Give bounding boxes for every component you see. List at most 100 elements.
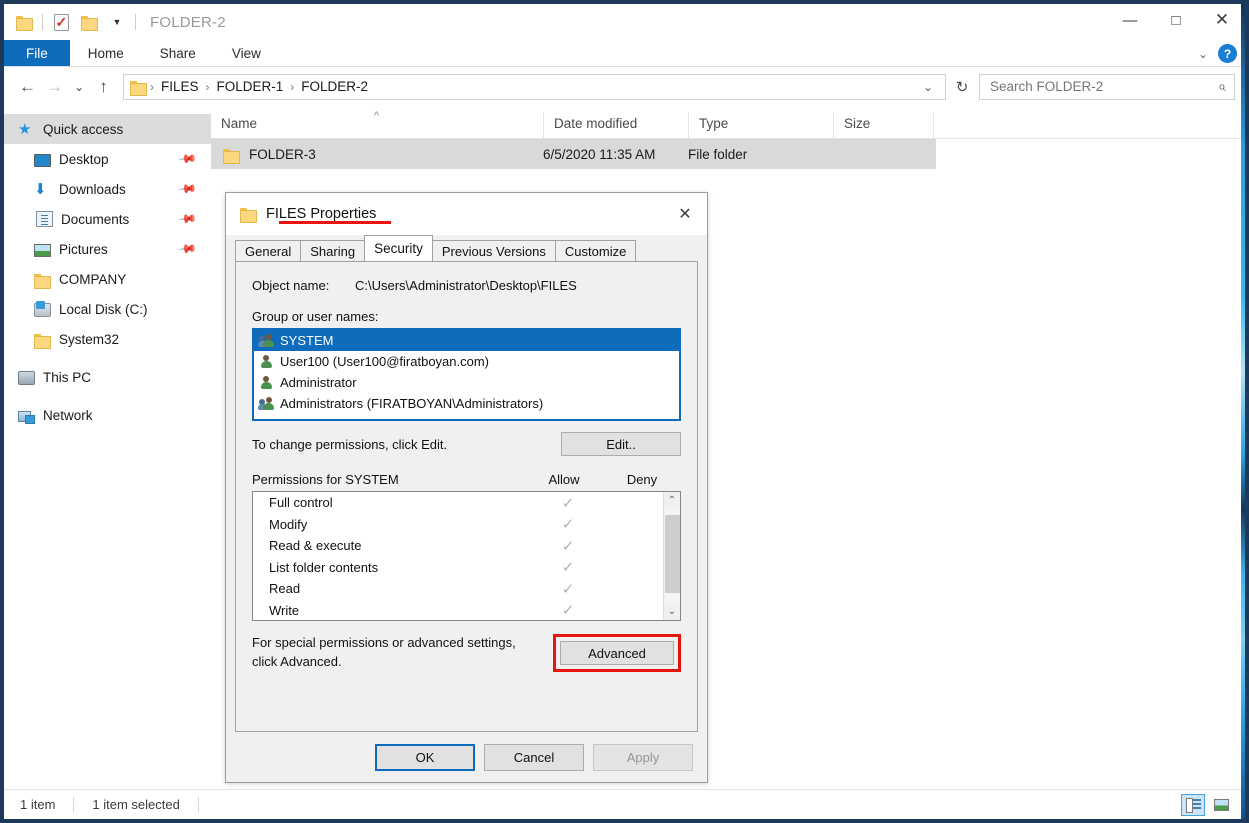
tab-sharing[interactable]: Sharing — [300, 240, 366, 261]
address-bar: ← → ⌄ ↑ › FILES › FOLDER-1 › FOLDER-2 ⌄ … — [4, 67, 1245, 106]
large-icons-view-icon — [1213, 798, 1229, 811]
user-icon-administrator — [259, 375, 274, 390]
sidebar-label-quick-access: Quick access — [43, 121, 124, 137]
search-box[interactable]: ⌕ — [979, 73, 1235, 100]
tab-general[interactable]: General — [235, 240, 302, 261]
allow-check-modify: ✓ — [561, 516, 575, 534]
file-date-cell: 6/5/2020 11:35 AM — [543, 146, 656, 162]
sidebar-label-company: COMPANY — [59, 271, 127, 287]
sidebar-item-pictures[interactable]: Pictures 📌 — [4, 234, 211, 264]
tab-file[interactable]: File — [4, 40, 70, 66]
permission-row-full-control[interactable]: Full control ✓ — [253, 492, 663, 514]
advanced-hint-line2: click Advanced. — [252, 653, 342, 669]
details-view-icon — [1185, 798, 1201, 813]
sidebar-item-system32[interactable]: System32 — [4, 324, 211, 354]
sidebar-label-network: Network — [43, 407, 93, 423]
document-icon — [36, 211, 53, 227]
close-button[interactable]: ✕ — [1199, 4, 1245, 36]
advanced-button[interactable]: Advanced — [560, 641, 674, 665]
object-name-label: Object name: — [252, 278, 330, 293]
column-header-date-modified[interactable]: Date modified — [543, 112, 688, 138]
tab-previous-versions[interactable]: Previous Versions — [431, 240, 556, 261]
title-bar: ▼ FOLDER-2 — □ ✕ — [4, 4, 1245, 40]
column-header-size[interactable]: Size — [833, 112, 933, 138]
file-name-cell[interactable]: FOLDER-3 — [211, 146, 533, 164]
sidebar-item-company[interactable]: COMPANY — [4, 264, 211, 294]
star-icon: ★ — [18, 120, 32, 138]
list-item-administrator[interactable]: Administrator — [254, 372, 679, 393]
pin-icon-documents[interactable]: 📌 — [177, 209, 197, 229]
list-item-administrators[interactable]: Administrators (FIRATBOYAN\Administrator… — [254, 393, 679, 414]
cancel-button[interactable]: Cancel — [484, 743, 584, 771]
dialog-close-button[interactable]: ✕ — [663, 193, 707, 235]
customize-dropdown-icon[interactable]: ▼ — [107, 12, 127, 32]
folder-icon[interactable] — [14, 12, 34, 32]
sidebar-item-this-pc[interactable]: This PC — [4, 362, 211, 392]
permissions-scrollbar[interactable]: ⌃ ⌄ — [663, 492, 680, 620]
navigation-pane: ★ Quick access Desktop 📌 ⬇ Downloads 📌 D… — [4, 106, 211, 789]
scroll-down-icon[interactable]: ⌄ — [668, 603, 676, 620]
dialog-tab-strip: General Sharing Security Previous Versio… — [226, 235, 707, 261]
permission-row-read-execute[interactable]: Read & execute ✓ — [253, 535, 663, 557]
scrollbar-track[interactable] — [664, 509, 680, 603]
object-name-value: C:\Users\Administrator\Desktop\FILES — [355, 278, 577, 293]
list-item-system[interactable]: SYSTEM — [254, 330, 679, 351]
permission-row-list-folder-contents[interactable]: List folder contents ✓ — [253, 557, 663, 579]
search-input[interactable] — [988, 78, 1219, 95]
tab-view[interactable]: View — [214, 40, 279, 66]
sidebar-item-documents[interactable]: Documents 📌 — [4, 204, 211, 234]
list-label-administrator: Administrator — [280, 375, 357, 390]
pin-icon-downloads[interactable]: 📌 — [177, 179, 197, 199]
table-row[interactable]: FOLDER-3 6/5/2020 11:35 AM File folder — [211, 139, 936, 169]
address-dropdown-icon[interactable]: ⌄ — [917, 80, 939, 94]
ok-button[interactable]: OK — [375, 743, 475, 771]
search-icon[interactable]: ⌕ — [1218, 78, 1226, 95]
refresh-icon[interactable]: ↻ — [951, 78, 973, 96]
tab-customize[interactable]: Customize — [554, 240, 637, 261]
breadcrumb-separator-2: › — [290, 79, 295, 94]
help-icon[interactable]: ? — [1218, 44, 1237, 63]
back-button[interactable]: ← — [14, 73, 41, 100]
group-user-list[interactable]: SYSTEM User100 (User100@firatboyan.com) … — [252, 328, 681, 421]
forward-button[interactable]: → — [41, 73, 68, 100]
permission-row-read[interactable]: Read ✓ — [253, 578, 663, 600]
permission-row-write[interactable]: Write ✓ — [253, 600, 663, 621]
permissions-list[interactable]: Full control ✓ Modify ✓ Read & execute ✓… — [252, 491, 681, 621]
recent-locations-button[interactable]: ⌄ — [68, 73, 90, 100]
pin-icon-desktop[interactable]: 📌 — [177, 149, 197, 169]
sidebar-item-downloads[interactable]: ⬇ Downloads 📌 — [4, 174, 211, 204]
breadcrumb-item-folder-2[interactable]: FOLDER-2 — [297, 79, 372, 94]
maximize-button[interactable]: □ — [1153, 4, 1199, 36]
tab-home[interactable]: Home — [70, 40, 142, 66]
file-name-label: FOLDER-3 — [249, 146, 316, 162]
address-field[interactable]: › FILES › FOLDER-1 › FOLDER-2 ⌄ — [123, 73, 946, 100]
window-title: FOLDER-2 — [150, 13, 226, 31]
properties-icon[interactable] — [51, 12, 71, 32]
breadcrumb-item-folder-1[interactable]: FOLDER-1 — [213, 79, 288, 94]
breadcrumb-item-files[interactable]: FILES — [157, 79, 203, 94]
sidebar-item-desktop[interactable]: Desktop 📌 — [4, 144, 211, 174]
minimize-button[interactable]: — — [1107, 4, 1153, 36]
scroll-up-icon[interactable]: ⌃ — [668, 492, 676, 509]
tab-security[interactable]: Security — [364, 235, 433, 261]
dialog-footer: OK Cancel Apply — [226, 732, 707, 782]
sidebar-item-network[interactable]: Network — [4, 400, 211, 430]
tab-share[interactable]: Share — [142, 40, 214, 66]
pin-icon-pictures[interactable]: 📌 — [177, 239, 197, 259]
large-icons-view-button[interactable] — [1209, 794, 1233, 816]
chevron-down-icon[interactable]: ⌄ — [1198, 47, 1208, 61]
sidebar-item-local-disk[interactable]: Local Disk (C:) — [4, 294, 211, 324]
details-view-button[interactable] — [1181, 793, 1205, 816]
sidebar-label-pictures: Pictures — [59, 241, 108, 257]
column-header-type[interactable]: Type — [688, 112, 833, 138]
new-folder-icon[interactable] — [79, 12, 99, 32]
up-button[interactable]: ↑ — [90, 73, 117, 100]
edit-button[interactable]: Edit.. — [561, 432, 681, 456]
edit-hint-text: To change permissions, click Edit. — [252, 436, 448, 452]
scrollbar-thumb[interactable] — [664, 515, 680, 593]
advanced-hint-text: For special permissions or advanced sett… — [252, 634, 516, 672]
sidebar-item-quick-access[interactable]: ★ Quick access — [4, 114, 211, 144]
permission-row-modify[interactable]: Modify ✓ — [253, 514, 663, 536]
permission-label-full-control: Full control — [269, 495, 333, 511]
list-item-user100[interactable]: User100 (User100@firatboyan.com) — [254, 351, 679, 372]
